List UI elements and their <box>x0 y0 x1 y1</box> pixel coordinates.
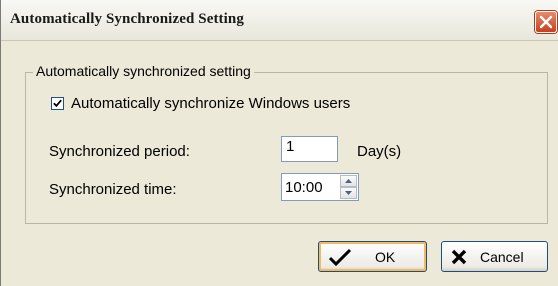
close-button[interactable] <box>535 11 557 33</box>
cancel-label: Cancel <box>480 249 524 265</box>
close-icon <box>539 15 553 29</box>
arrow-down-icon <box>345 191 352 195</box>
time-up-button[interactable] <box>340 175 357 187</box>
group-legend: Automatically synchronized setting <box>33 63 254 79</box>
arrow-up-icon <box>345 179 352 183</box>
time-value[interactable]: 10:00 <box>285 179 323 196</box>
window-title: Automatically Synchronized Setting <box>10 11 244 27</box>
title-bar[interactable]: Automatically Synchronized Setting <box>1 0 558 41</box>
sync-windows-users-label[interactable]: Automatically synchronize Windows users <box>71 95 350 112</box>
time-label: Synchronized time: <box>49 181 177 198</box>
dialog-window: Automatically Synchronized Setting Autom… <box>0 0 558 286</box>
time-spinner[interactable]: 10:00 <box>281 173 359 201</box>
checkmark-icon <box>329 249 351 266</box>
period-label: Synchronized period: <box>49 143 190 160</box>
time-down-button[interactable] <box>340 187 357 199</box>
sync-windows-users-checkbox[interactable] <box>51 97 64 110</box>
ok-label: OK <box>375 249 396 265</box>
ok-button[interactable]: OK <box>318 241 427 272</box>
x-icon <box>451 249 467 265</box>
period-unit: Day(s) <box>357 143 402 160</box>
period-input[interactable]: 1 <box>281 136 338 162</box>
cancel-button[interactable]: Cancel <box>441 241 548 272</box>
check-icon <box>53 99 62 108</box>
